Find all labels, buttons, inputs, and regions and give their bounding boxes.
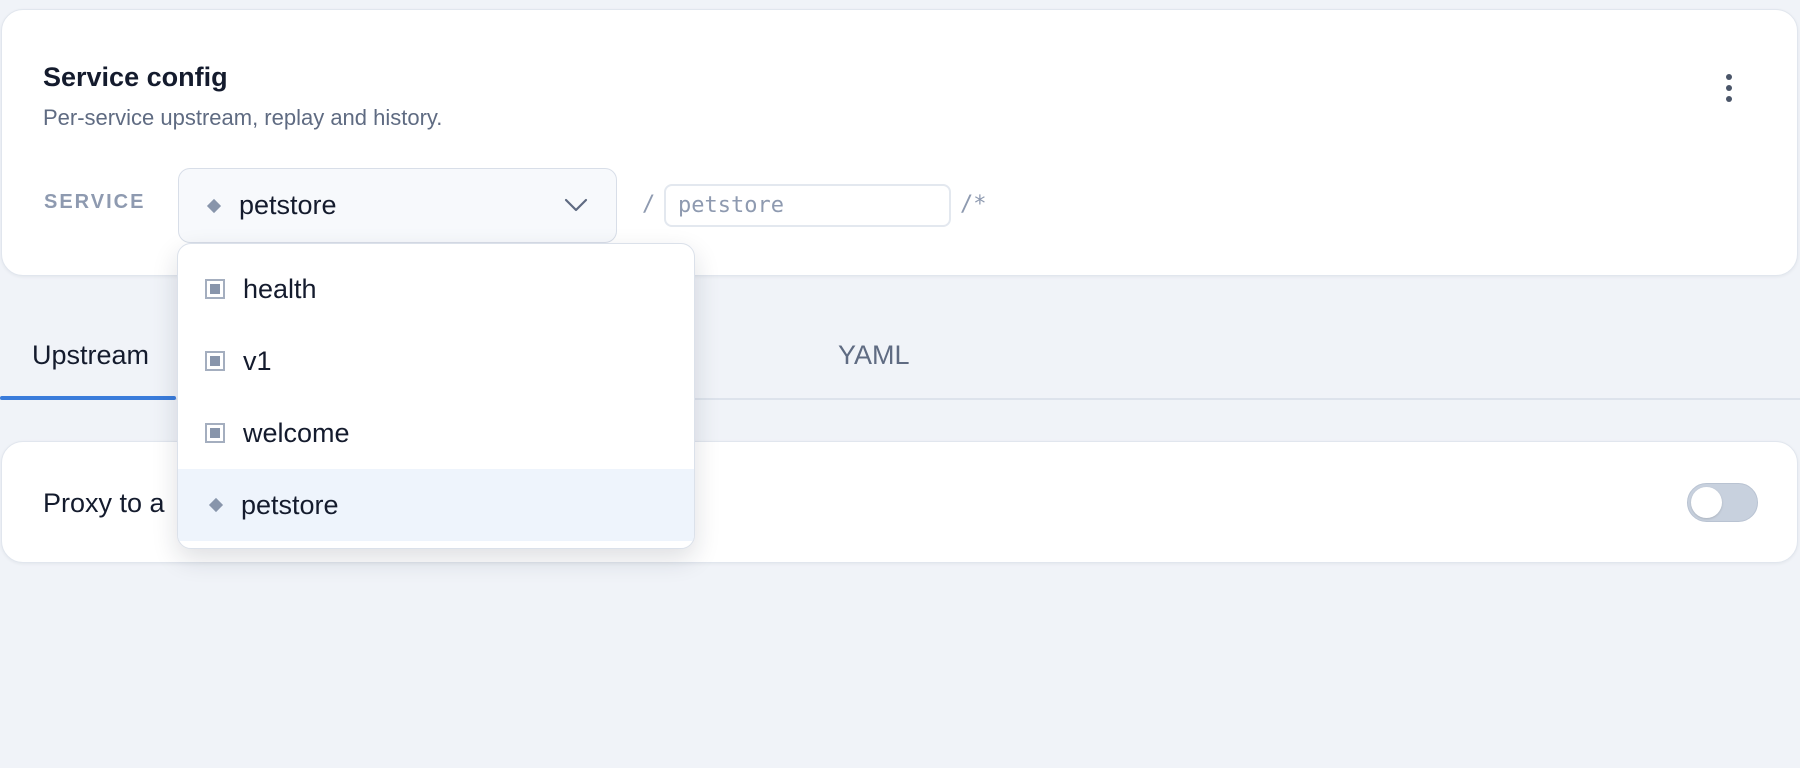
tab-yaml[interactable]: YAML [838, 340, 910, 371]
option-label: v1 [243, 345, 272, 376]
option-label: welcome [243, 417, 350, 448]
diamond-icon [206, 198, 222, 213]
service-config-card: Service config Per-service upstream, rep… [1, 9, 1798, 276]
square-icon [205, 279, 225, 299]
dropdown-option-health[interactable]: health [178, 253, 694, 325]
diamond-icon [208, 497, 224, 513]
square-icon [205, 423, 225, 443]
dropdown-option-petstore[interactable]: petstore [178, 469, 694, 541]
active-tab-indicator [0, 396, 176, 400]
dropdown-option-welcome[interactable]: welcome [178, 397, 694, 469]
toggle-knob [1691, 487, 1722, 518]
service-select-value: petstore [239, 190, 337, 220]
path-input[interactable] [664, 184, 951, 227]
card-subtitle: Per-service upstream, replay and history… [43, 105, 443, 130]
proxy-label: Proxy to a [43, 488, 165, 518]
proxy-toggle[interactable] [1687, 483, 1758, 522]
option-label: health [243, 273, 317, 304]
path-suffix: /* [960, 192, 987, 217]
service-select[interactable]: petstore [178, 168, 617, 243]
path-prefix: / [642, 192, 656, 217]
card-title: Service config [43, 62, 228, 92]
service-label: SERVICE [44, 191, 146, 213]
more-options-icon[interactable] [1714, 66, 1744, 110]
dropdown-option-v1[interactable]: v1 [178, 325, 694, 397]
chevron-down-icon [564, 198, 588, 212]
tab-upstream[interactable]: Upstream [32, 340, 149, 371]
square-icon [205, 351, 225, 371]
service-dropdown: health v1 welcome petstore [177, 243, 695, 549]
option-label: petstore [241, 489, 339, 520]
